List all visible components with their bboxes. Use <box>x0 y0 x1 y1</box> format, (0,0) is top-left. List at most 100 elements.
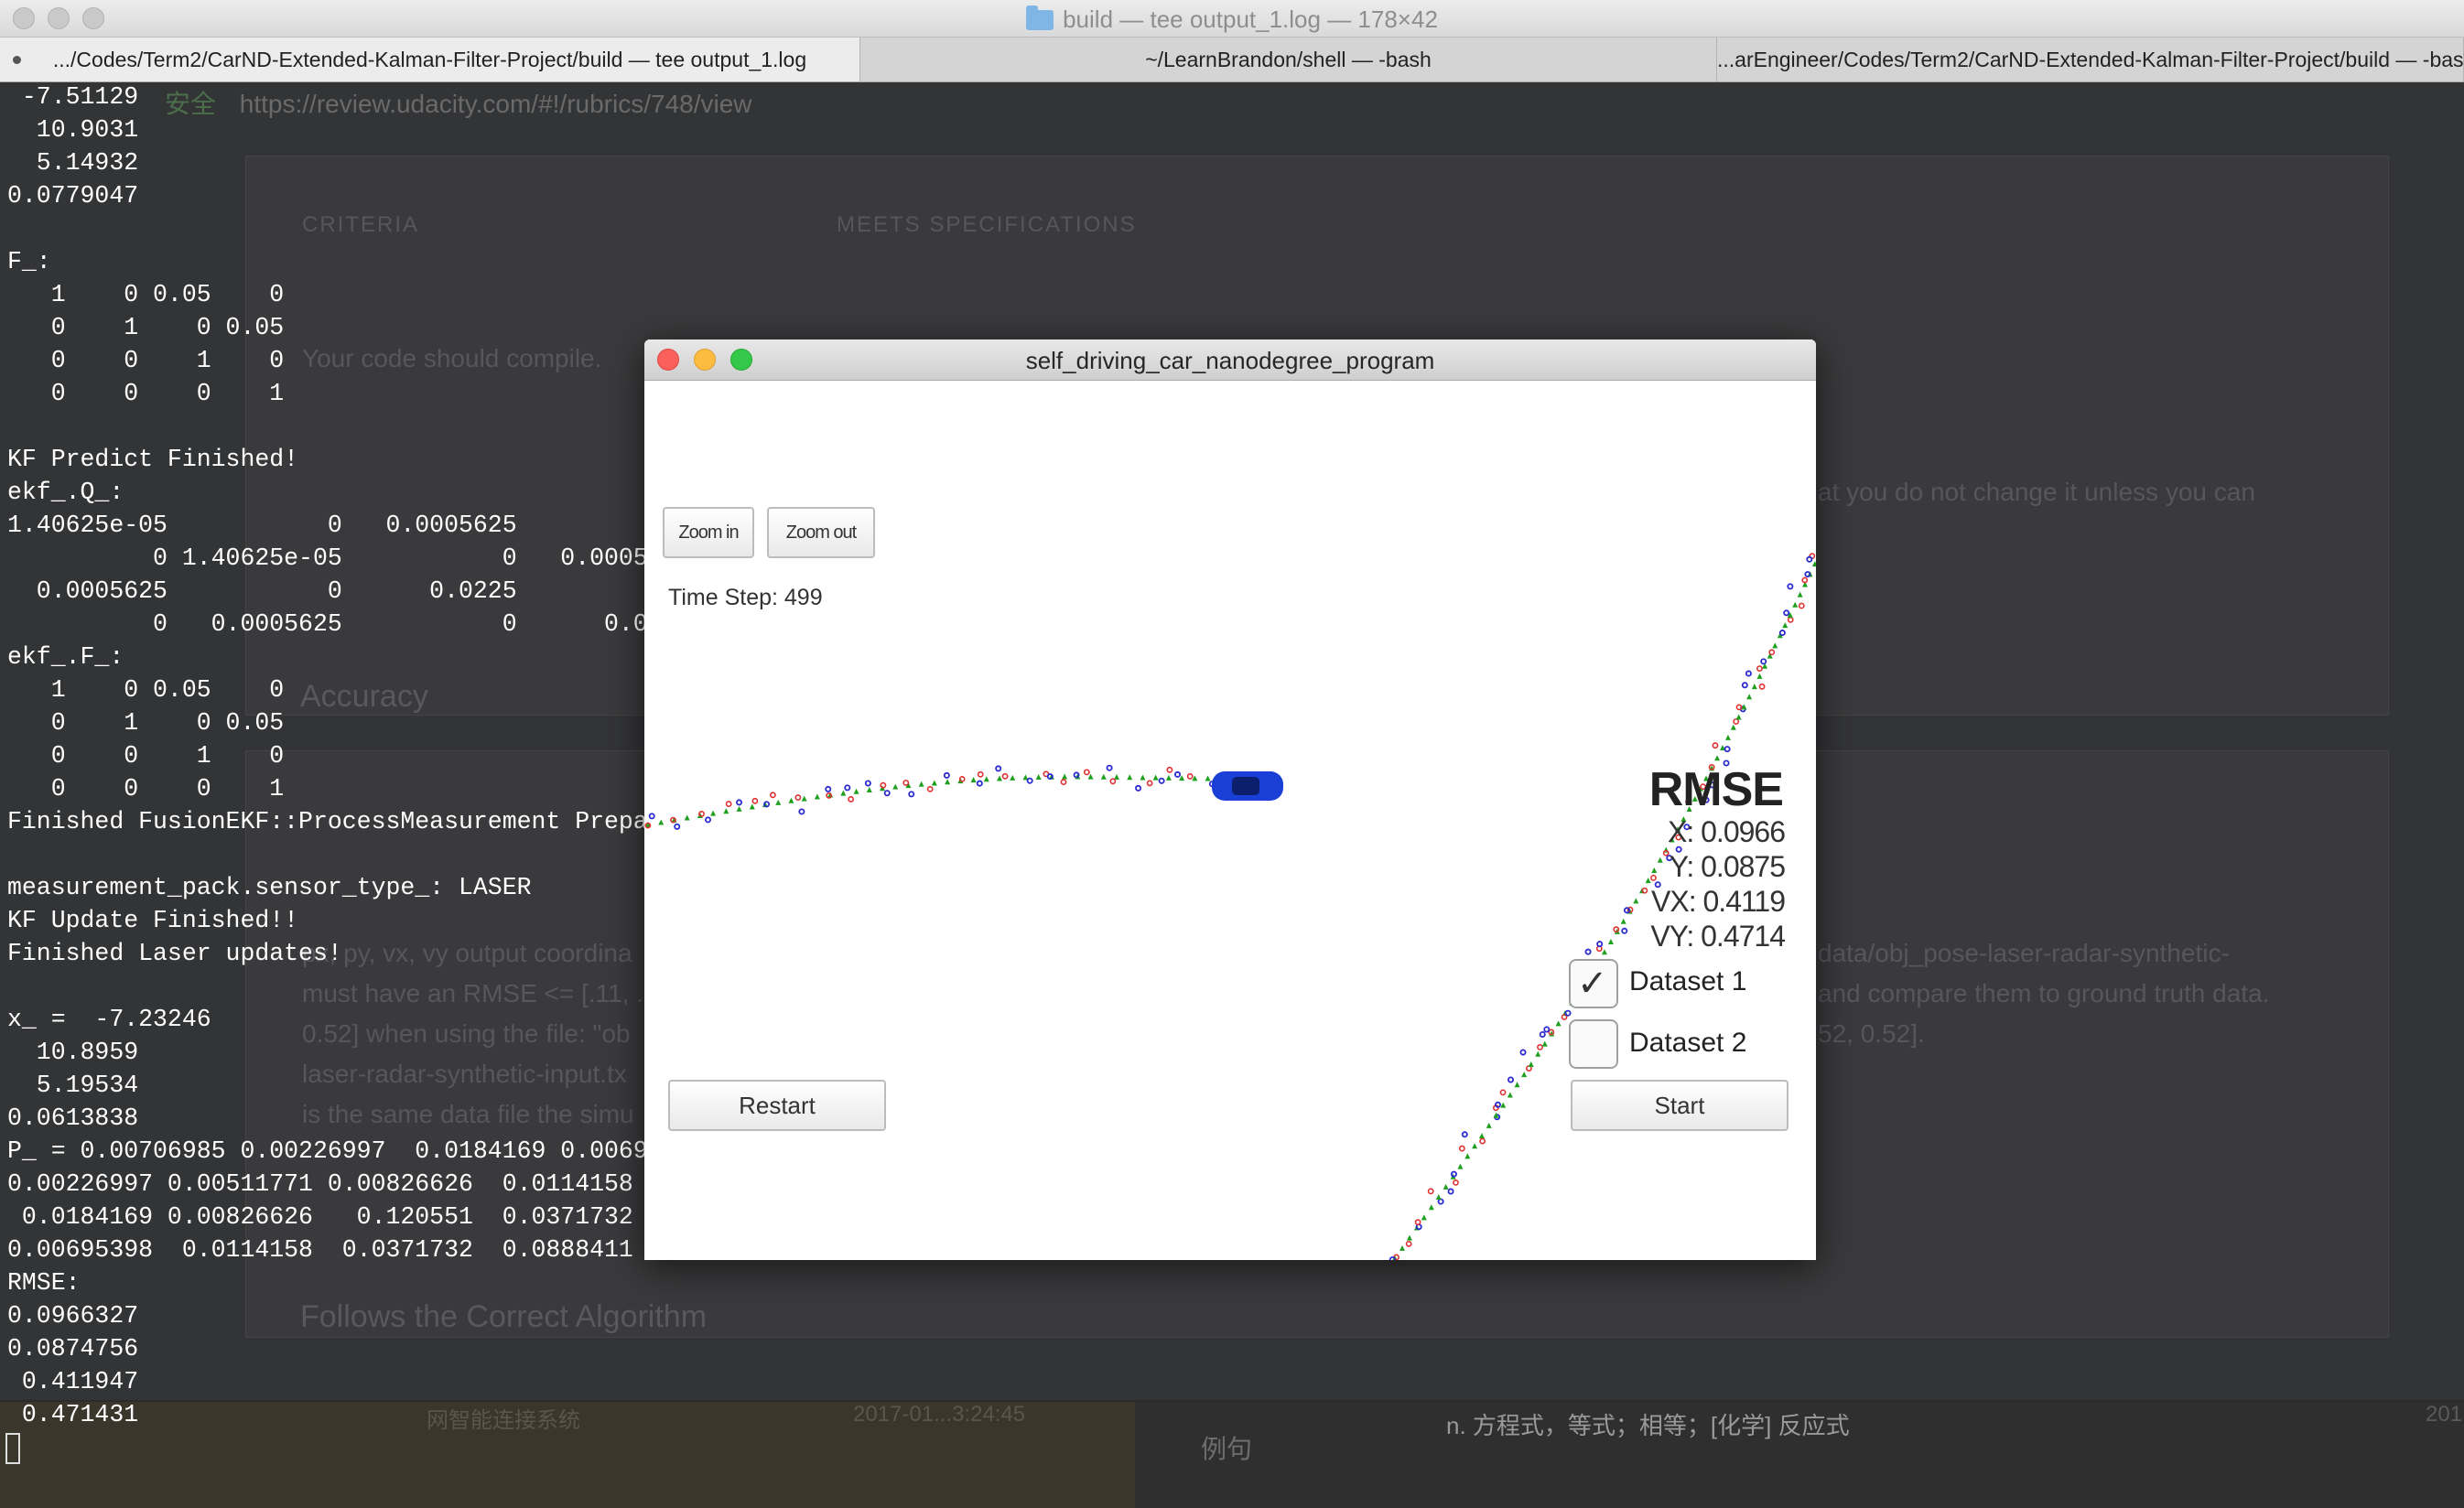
ground-truth-marker <box>1472 1143 1478 1149</box>
lidar-measurement <box>725 801 732 807</box>
ground-truth-marker <box>1730 724 1736 730</box>
lidar-measurement <box>1499 1089 1507 1096</box>
radar-measurement <box>763 801 771 808</box>
ground-truth-marker <box>1127 774 1133 781</box>
radar-measurement <box>1783 609 1790 617</box>
ground-truth-marker <box>1507 1092 1513 1098</box>
radar-measurement <box>825 785 832 792</box>
lidar-measurement <box>1641 887 1648 894</box>
dataset1-label[interactable]: Dataset 1 <box>1629 966 1746 997</box>
lidar-measurement <box>1146 780 1153 787</box>
tab-build-bash[interactable]: ...arEngineer/Codes/Term2/CarND-Extended… <box>1717 38 2464 81</box>
terminal-title-text: build — tee output_1.log — 178×42 <box>1063 5 1438 33</box>
time-step-label: Time Step: 499 <box>668 585 823 610</box>
tab-tee-output[interactable]: .../Codes/Term2/CarND-Extended-Kalman-Fi… <box>0 38 860 81</box>
tab-shell[interactable]: ~/LearnBrandon/shell — -bash <box>860 38 1717 81</box>
ground-truth-marker <box>1735 714 1742 720</box>
ground-truth-marker <box>1792 601 1799 608</box>
ground-truth-marker <box>1645 878 1651 884</box>
ground-truth-marker <box>1428 1204 1434 1211</box>
radar-measurement <box>1461 1131 1468 1138</box>
dataset2-checkbox[interactable] <box>1569 1019 1618 1069</box>
lidar-measurement <box>1662 849 1670 856</box>
rmse-desc-right-1: data/obj_pose-laser-radar-synthetic- <box>1818 939 2230 967</box>
ground-truth-marker <box>1528 1061 1534 1067</box>
radar-measurement <box>1389 1256 1396 1260</box>
radar-measurement <box>1539 1030 1546 1038</box>
lidar-measurement <box>1798 602 1805 609</box>
radar-measurement <box>976 780 983 787</box>
lidar-measurement <box>751 797 759 804</box>
dataset2-label[interactable]: Dataset 2 <box>1629 1028 1746 1059</box>
radar-measurement <box>1804 571 1811 578</box>
ground-truth-marker <box>1457 1163 1464 1169</box>
radar-measurement <box>1174 770 1182 778</box>
radar-measurement <box>1596 941 1604 948</box>
radar-measurement <box>1623 907 1630 914</box>
ground-truth-marker <box>1100 773 1107 780</box>
rmse-x: X: 0.0966 <box>1668 815 1786 848</box>
car-windshield <box>1232 777 1259 795</box>
rmse-desc-right-3: 52, 0.52]. <box>1818 1019 1925 1048</box>
tab-modified-dot <box>13 56 21 64</box>
ground-truth-marker <box>866 786 872 792</box>
ground-truth-marker <box>1751 684 1757 690</box>
lidar-measurement <box>1712 742 1719 749</box>
radar-measurement <box>1437 1198 1444 1205</box>
lidar-measurement <box>698 811 705 817</box>
rmse-vy: VY: 0.4714 <box>1650 920 1786 953</box>
lidar-measurement <box>1186 773 1194 780</box>
dictionary-definition: n. 方程式，等式；相等；[化学] 反应式 <box>1446 1412 1850 1439</box>
partial-text: at you do not change it unless you can <box>1818 478 2255 506</box>
ground-truth-marker <box>775 799 782 805</box>
lidar-measurement <box>926 785 934 792</box>
lidar-measurement <box>1768 649 1776 656</box>
radar-measurement <box>1158 777 1165 784</box>
rmse-y: Y: 0.0875 <box>1669 850 1786 883</box>
radar-measurement <box>1026 777 1033 784</box>
ground-truth-marker <box>1714 755 1721 761</box>
zoom-in-button[interactable]: Zoom in <box>663 507 754 558</box>
lidar-measurement <box>1479 1137 1486 1145</box>
ground-truth-marker <box>931 780 937 786</box>
radar-measurement <box>1584 948 1592 955</box>
ground-truth-marker <box>658 819 665 825</box>
radar-measurement <box>1778 630 1786 637</box>
zoom-out-button[interactable]: Zoom out <box>767 507 875 558</box>
lidar-measurement <box>1756 665 1763 672</box>
lidar-measurement <box>1801 576 1809 584</box>
dataset1-checkbox[interactable]: ✓ <box>1569 959 1618 1008</box>
radar-measurement <box>1564 1009 1572 1017</box>
tab-shell-label: ~/LearnBrandon/shell — -bash <box>1145 48 1432 71</box>
ground-truth-marker <box>788 797 794 803</box>
example-sentence-label: 例句 <box>1201 1435 1253 1463</box>
radar-measurement <box>1760 658 1767 665</box>
ground-truth-marker <box>1035 773 1042 780</box>
radar-measurement <box>1073 771 1080 779</box>
ground-truth-marker <box>1486 1122 1492 1128</box>
radar-measurement <box>674 823 681 830</box>
restart-button[interactable]: Restart <box>668 1080 886 1131</box>
ground-truth-marker <box>1152 774 1159 781</box>
radar-measurement <box>1106 764 1113 771</box>
radar-measurement <box>1447 1188 1454 1195</box>
ground-truth-marker <box>1772 642 1778 649</box>
lidar-measurement <box>1109 778 1117 785</box>
ground-truth-marker <box>1724 734 1731 740</box>
rmse-vx: VX: 0.4119 <box>1651 885 1786 918</box>
radar-measurement <box>864 780 871 787</box>
lidar-measurement <box>1414 1219 1421 1226</box>
ground-truth-marker <box>1435 1194 1442 1201</box>
ground-truth-marker <box>918 781 924 787</box>
radar-measurement <box>1806 555 1813 563</box>
terminal-output[interactable]: -7.51129 10.9031 5.14932 0.0779047 F_: 1… <box>7 81 648 1431</box>
bottom-year: 201 <box>2426 1402 2463 1427</box>
lidar-measurement <box>1787 616 1794 623</box>
radar-measurement <box>995 765 1002 772</box>
lidar-measurement <box>958 775 966 782</box>
ground-truth-marker <box>1140 774 1146 781</box>
ground-truth-marker <box>710 810 717 816</box>
rmse-desc-right-2: and compare them to ground truth data. <box>1818 979 2270 1007</box>
start-button[interactable]: Start <box>1571 1080 1789 1131</box>
ground-truth-marker <box>814 793 820 800</box>
